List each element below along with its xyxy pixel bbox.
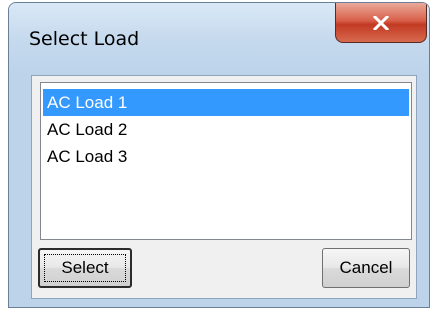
select-button[interactable]: Select [38, 248, 132, 288]
select-button-label: Select [61, 258, 109, 277]
close-icon [373, 15, 389, 30]
title-bar[interactable]: Select Load [9, 3, 429, 75]
cancel-button-label: Cancel [339, 258, 393, 277]
load-listbox[interactable]: AC Load 1 AC Load 2 AC Load 3 [40, 82, 412, 240]
list-item[interactable]: AC Load 2 [43, 116, 409, 143]
dialog-content: AC Load 1 AC Load 2 AC Load 3 Select Can… [31, 75, 417, 299]
list-item[interactable]: AC Load 3 [43, 143, 409, 170]
close-button[interactable] [335, 3, 427, 43]
select-load-dialog: Select Load AC Load 1 AC Load 2 AC Load … [8, 2, 430, 308]
cancel-button[interactable]: Cancel [322, 248, 410, 288]
list-item[interactable]: AC Load 1 [43, 89, 409, 116]
window-title: Select Load [29, 28, 140, 50]
